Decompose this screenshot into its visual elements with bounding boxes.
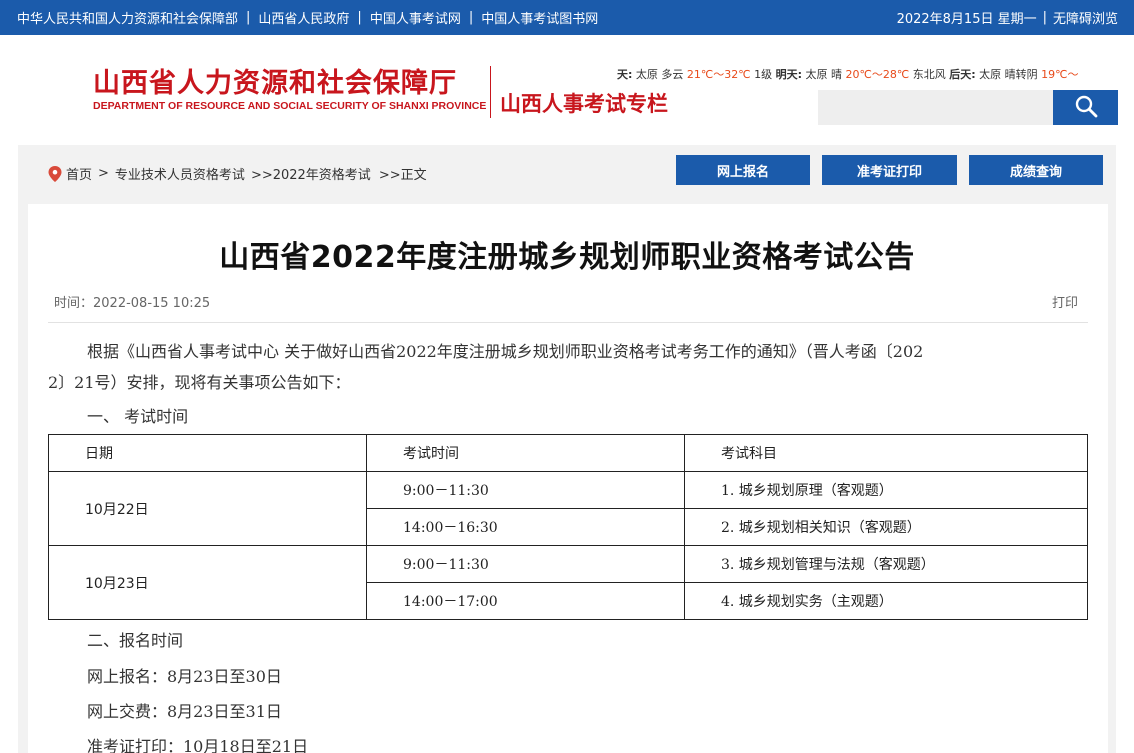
breadcrumb-home[interactable]: 首页 — [66, 164, 92, 183]
weather-after-label: 后天: — [949, 68, 976, 81]
exam-schedule-table: 日期 考试时间 考试科目 10月22日 9:00－11:30 1. 城乡规划原理… — [48, 434, 1088, 620]
table-cell-subject: 3. 城乡规划管理与法规（客观题） — [684, 545, 1088, 583]
online-register-button[interactable]: 网上报名 — [676, 155, 810, 185]
section-registration-time: 二、报名时间 — [87, 631, 184, 650]
weather-tomorrow-label: 明天: — [775, 68, 803, 81]
weather-bar: 天: 太原 多云 21℃～32℃ 1级 明天: 太原 晴 20℃～28℃ 东北风… — [617, 66, 1119, 82]
breadcrumb-item-year-link[interactable]: >>2022年资格考试 — [251, 168, 371, 183]
weather-today-city: 太原 — [635, 68, 658, 81]
link-mohrss[interactable]: 中华人民共和国人力资源和社会保障部 — [17, 8, 238, 27]
table-row: 10月23日 9:00－11:30 3. 城乡规划管理与法规（客观题） — [48, 545, 1088, 620]
divider: | — [1042, 10, 1047, 25]
table-header-time: 考试时间 — [366, 434, 685, 472]
table-cell-time: 9:00－11:30 — [366, 471, 685, 509]
current-date: 2022年8月15日 星期一 — [896, 12, 1037, 27]
site-subtitle: 山西人事考试专栏 — [500, 91, 668, 116]
table-header-date: 日期 — [48, 434, 367, 472]
table-header-subject: 考试科目 — [684, 434, 1088, 472]
breadcrumb-item-current: >>正文 — [378, 168, 427, 183]
breadcrumb-separator: > — [98, 166, 109, 181]
registration-online: 网上报名：8月23日至30日 — [87, 667, 282, 686]
breadcrumb-item-year[interactable]: >>2022年资格考试 — [251, 164, 371, 183]
intro-paragraph-line1: 根据《山西省人事考试中心 关于做好山西省2022年度注册城乡规划师职业资格考试考… — [87, 342, 924, 361]
site-logo-en: DEPARTMENT OF RESOURCE AND SOCIAL SECURI… — [93, 100, 487, 112]
table-cell-time: 14:00－16:30 — [366, 508, 685, 546]
section-exam-time: 一、 考试时间 — [87, 407, 189, 426]
table-cell-date: 10月22日 — [48, 471, 367, 546]
score-query-button[interactable]: 成绩查询 — [969, 155, 1103, 185]
payment-online: 网上交费：8月23日至31日 — [87, 702, 282, 721]
link-shanxi-gov[interactable]: 山西省人民政府 — [258, 8, 349, 27]
table-cell-subject: 4. 城乡规划实务（主观题） — [684, 582, 1088, 620]
weather-today-wind: 1级 — [754, 68, 773, 81]
weather-after-cond: 晴转阴 — [1004, 68, 1038, 81]
location-pin-icon — [48, 165, 62, 182]
top-bar: 中华人民共和国人力资源和社会保障部 | 山西省人民政府 | 中国人事考试网 | … — [0, 0, 1134, 35]
logo-divider — [490, 66, 491, 118]
print-link[interactable]: 打印 — [1052, 292, 1078, 311]
accessibility-link[interactable]: 无障碍浏览 — [1053, 8, 1118, 27]
search-icon — [1074, 94, 1098, 121]
table-cell-subject: 2. 城乡规划相关知识（客观题） — [684, 508, 1088, 546]
weather-tomorrow-cond: 晴 — [831, 68, 843, 81]
intro-paragraph-line2: 2〕21号）安排，现将有关事项公告如下： — [48, 373, 351, 392]
admit-card-print-period: 准考证打印：10月18日至21日 — [87, 737, 309, 753]
breadcrumb: 首页 > 专业技术人员资格考试 >>2022年资格考试 >>正文 — [48, 164, 427, 183]
weather-tomorrow-wind: 东北风 — [912, 68, 946, 81]
link-cpta[interactable]: 中国人事考试网 — [370, 8, 461, 27]
publish-time: 时间：2022-08-15 10:25 — [54, 296, 211, 311]
table-cell-subject: 1. 城乡规划原理（客观题） — [684, 471, 1088, 509]
admit-card-print-button[interactable]: 准考证打印 — [822, 155, 957, 185]
breadcrumb-item-category[interactable]: 专业技术人员资格考试 — [115, 164, 245, 183]
weather-today-label: 天: — [617, 68, 633, 81]
weather-tomorrow-city: 太原 — [805, 68, 828, 81]
divider — [48, 322, 1088, 323]
site-logo-cn[interactable]: 山西省人力资源和社会保障厅 — [93, 61, 457, 100]
divider: | — [246, 10, 251, 25]
weather-tomorrow-temp: 20℃～28℃ — [845, 68, 910, 81]
table-header-row: 日期 考试时间 考试科目 — [48, 434, 1088, 472]
search-button[interactable] — [1053, 90, 1118, 125]
table-cell-time: 9:00－11:30 — [366, 545, 685, 583]
divider: | — [468, 10, 474, 25]
top-links: 中华人民共和国人力资源和社会保障部 | 山西省人民政府 | 中国人事考试网 | … — [17, 0, 598, 35]
weather-today-temp: 21℃～32℃ — [686, 68, 751, 81]
weather-after-city: 太原 — [979, 68, 1002, 81]
search-input[interactable] — [818, 90, 1053, 125]
table-cell-time: 14:00－17:00 — [366, 582, 685, 620]
table-cell-date: 10月23日 — [48, 545, 367, 620]
table-row: 10月22日 9:00－11:30 1. 城乡规划原理（客观题） — [48, 471, 1088, 546]
top-right: 2022年8月15日 星期一 | 无障碍浏览 — [897, 0, 1118, 35]
divider: | — [357, 10, 362, 25]
weather-after-temp: 19℃～ — [1041, 68, 1079, 81]
link-cpta-books[interactable]: 中国人事考试图书网 — [481, 8, 598, 27]
article-title: 山西省2022年度注册城乡规划师职业资格考试公告 — [219, 240, 915, 275]
weather-today-cond: 多云 — [661, 68, 684, 81]
